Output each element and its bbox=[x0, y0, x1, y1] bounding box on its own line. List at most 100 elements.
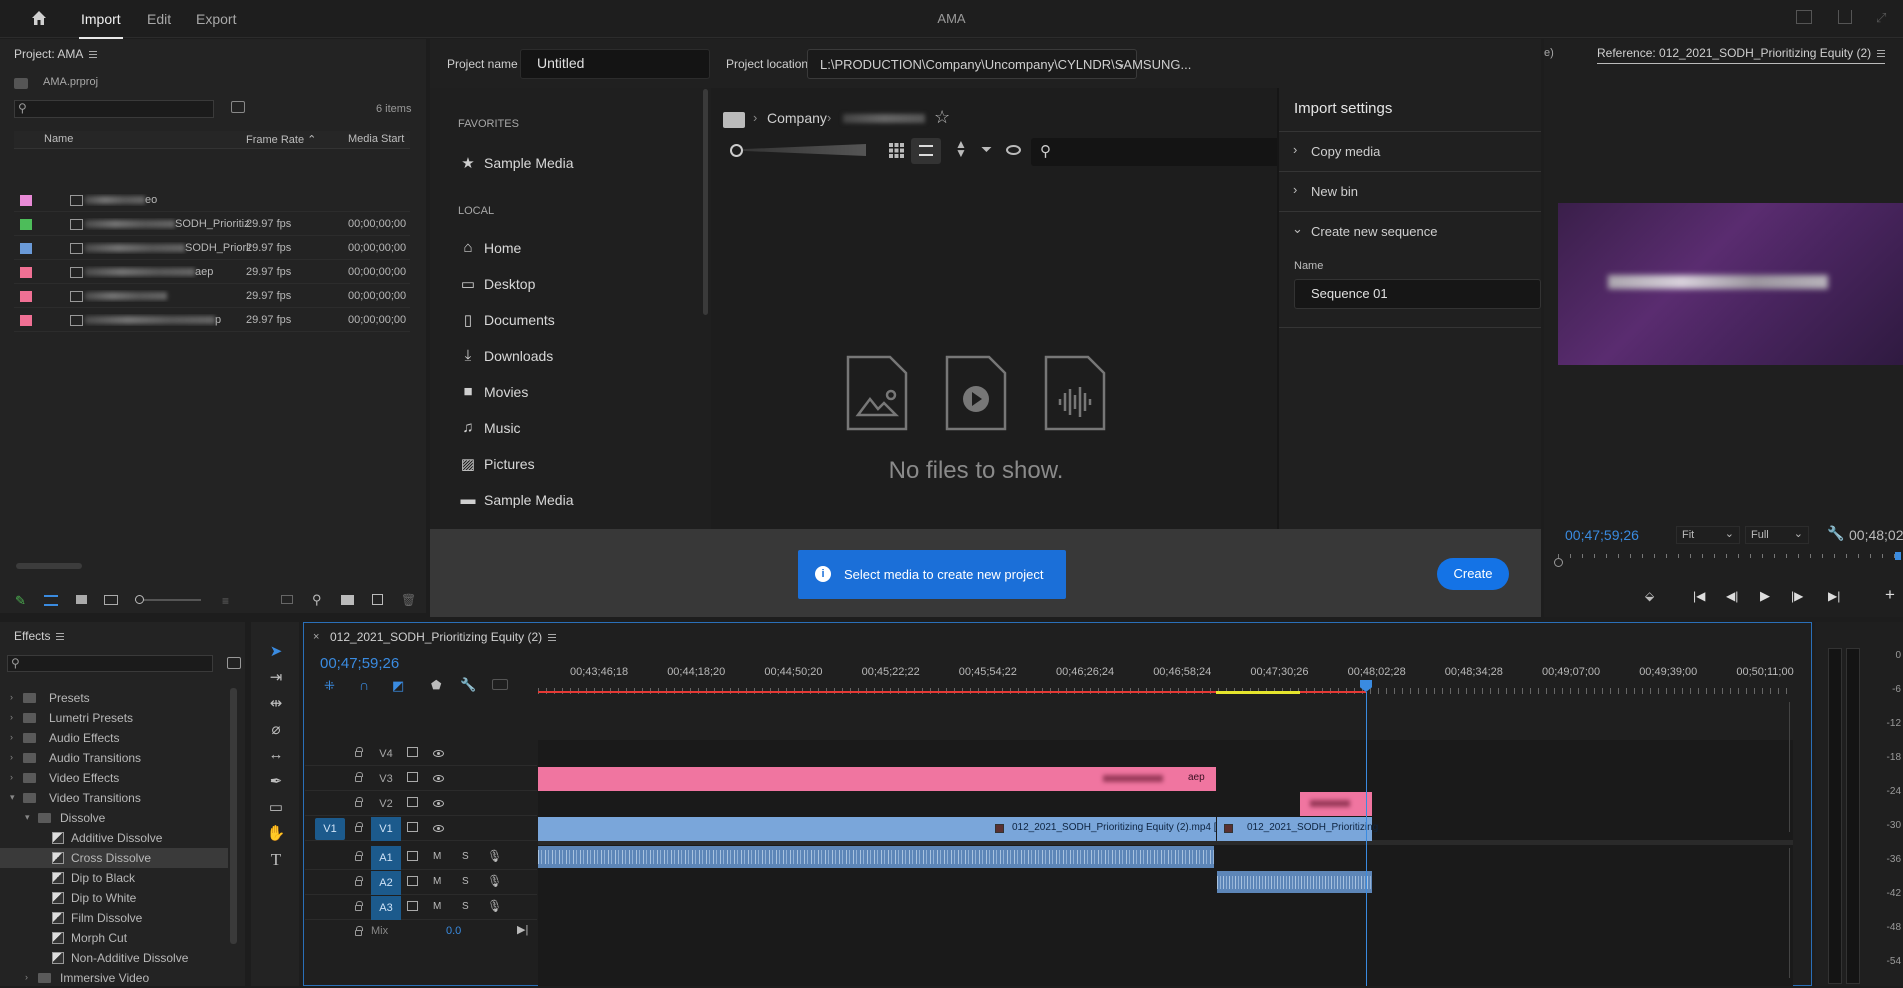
list-view-icon[interactable] bbox=[911, 138, 941, 164]
sort-icon[interactable]: ≡ bbox=[222, 594, 229, 608]
source-patch-v1[interactable]: V1 bbox=[315, 818, 345, 840]
chevron-right-icon[interactable]: › bbox=[10, 692, 13, 702]
playhead-marker[interactable] bbox=[1895, 552, 1901, 560]
trash-icon[interactable]: 🗑 bbox=[401, 593, 416, 607]
panel-menu-icon[interactable] bbox=[89, 51, 98, 59]
nest-icon[interactable]: ⁜ bbox=[324, 678, 335, 694]
ripple-edit-tool-icon[interactable]: ⇹ bbox=[266, 694, 286, 714]
sidebar-scrollbar[interactable] bbox=[703, 89, 708, 315]
create-sequence-row[interactable]: ⌄ Create new sequence bbox=[1279, 212, 1541, 252]
effect-item[interactable]: ▾ Video Transitions bbox=[0, 788, 228, 808]
project-search-input[interactable]: ⚲ bbox=[14, 100, 214, 118]
lock-icon[interactable] bbox=[355, 772, 363, 782]
chevron-right-icon[interactable]: › bbox=[25, 972, 28, 982]
project-name-input[interactable]: Untitled bbox=[520, 49, 710, 79]
effect-item[interactable]: Additive Dissolve bbox=[0, 828, 228, 848]
horizontal-scrollbar[interactable] bbox=[16, 563, 82, 569]
clip-a1[interactable] bbox=[538, 846, 1214, 868]
folder-dropdown-icon[interactable] bbox=[723, 112, 745, 128]
rectangle-tool-icon[interactable]: ▭ bbox=[266, 798, 286, 818]
lock-icon[interactable] bbox=[355, 747, 363, 757]
sync-lock-icon[interactable] bbox=[407, 851, 418, 861]
effect-item[interactable]: › Lumetri Presets bbox=[0, 708, 228, 728]
mute-toggle[interactable]: M bbox=[433, 901, 441, 912]
label-color-swatch[interactable] bbox=[20, 267, 32, 278]
effect-item[interactable]: Dip to White bbox=[0, 888, 228, 908]
eye-icon[interactable] bbox=[433, 800, 444, 807]
lock-icon[interactable] bbox=[355, 901, 363, 911]
audio-track-header[interactable]: A3 M S 🎙 bbox=[305, 896, 537, 920]
project-item-row[interactable]: SODH_Prioritizin29.97 fps 00;00;00;00 bbox=[14, 236, 410, 260]
label-color-swatch[interactable] bbox=[20, 195, 32, 206]
label-color-swatch[interactable] bbox=[20, 315, 32, 326]
solo-toggle[interactable]: S bbox=[462, 901, 469, 912]
marker-icon[interactable]: ⬙ bbox=[1645, 589, 1654, 603]
eye-icon[interactable] bbox=[433, 825, 444, 832]
automate-icon[interactable] bbox=[281, 595, 293, 604]
label-color-swatch[interactable] bbox=[20, 219, 32, 230]
sync-lock-icon[interactable] bbox=[407, 747, 418, 757]
effects-search-input[interactable]: ⚲ bbox=[7, 655, 213, 672]
breadcrumb-blurred-folder[interactable] bbox=[843, 114, 925, 123]
slip-tool-icon[interactable]: ↔ bbox=[266, 746, 286, 766]
captions-icon[interactable] bbox=[492, 679, 508, 690]
fullscreen-icon[interactable]: ⤢ bbox=[1876, 10, 1890, 25]
playhead-timecode[interactable]: 00;47;59;26 bbox=[1565, 527, 1639, 543]
effect-item[interactable]: › Immersive Video bbox=[0, 968, 228, 988]
solo-toggle[interactable]: S bbox=[462, 851, 469, 862]
timeline-settings-icon[interactable]: 🔧 bbox=[460, 677, 476, 693]
microphone-icon[interactable]: 🎙 bbox=[487, 849, 502, 863]
razor-tool-icon[interactable]: ⌀ bbox=[266, 720, 286, 740]
pencil-icon[interactable]: ✎ bbox=[15, 593, 26, 609]
linked-selection-icon[interactable]: ◩ bbox=[392, 678, 404, 694]
reference-title[interactable]: Reference: 012_2021_SODH_Prioritizing Eq… bbox=[1597, 46, 1886, 64]
chevron-right-icon[interactable]: › bbox=[10, 712, 13, 722]
effects-scrollbar[interactable] bbox=[230, 688, 237, 944]
grid-view-icon[interactable] bbox=[889, 143, 904, 158]
thumbnail-size-handle[interactable] bbox=[730, 144, 743, 157]
lock-icon[interactable] bbox=[355, 797, 363, 807]
clip-a2[interactable] bbox=[1217, 871, 1372, 893]
panel-menu-icon[interactable] bbox=[548, 634, 557, 642]
panel-menu-icon[interactable] bbox=[56, 633, 65, 641]
breadcrumb[interactable]: Company bbox=[767, 110, 827, 126]
workspace-icon[interactable] bbox=[1796, 10, 1812, 24]
label-color-swatch[interactable] bbox=[20, 243, 32, 254]
effect-item[interactable]: › Video Effects bbox=[0, 768, 228, 788]
timeline-close-icon[interactable]: × bbox=[313, 631, 319, 643]
zoom-slider[interactable] bbox=[135, 595, 201, 604]
lock-icon[interactable] bbox=[355, 926, 363, 936]
sort-icon[interactable]: ▲ ▼ bbox=[955, 138, 967, 159]
sync-lock-icon[interactable] bbox=[407, 772, 418, 782]
track-target-a2[interactable]: A2 bbox=[371, 871, 401, 895]
play-icon[interactable]: ▶ bbox=[1760, 588, 1770, 604]
mute-toggle[interactable]: M bbox=[433, 876, 441, 887]
timeline-timecode[interactable]: 00;47;59;26 bbox=[320, 655, 399, 672]
item-name[interactable] bbox=[70, 290, 250, 302]
eye-icon[interactable] bbox=[433, 775, 444, 782]
track-target-v4[interactable]: V4 bbox=[371, 742, 401, 766]
list-view-icon[interactable] bbox=[44, 595, 58, 606]
microphone-icon[interactable]: 🎙 bbox=[487, 874, 502, 888]
effect-item[interactable]: Non-Additive Dissolve bbox=[0, 948, 228, 968]
chevron-down-icon[interactable]: ▾ bbox=[25, 812, 30, 823]
find-icon[interactable]: ⚲ bbox=[312, 592, 322, 608]
track-select-tool-icon[interactable]: ⇥ bbox=[266, 668, 286, 688]
project-location-select[interactable]: L:\PRODUCTION\Company\Uncompany\CYLNDR\S… bbox=[807, 49, 1191, 79]
wrench-icon[interactable]: 🔧 bbox=[1827, 525, 1844, 542]
sync-lock-icon[interactable] bbox=[407, 797, 418, 807]
add-marker-icon[interactable]: ⬟ bbox=[431, 678, 441, 692]
step-forward-icon[interactable]: |▶ bbox=[1791, 589, 1803, 603]
item-name[interactable]: SODH_Prioritizin bbox=[70, 242, 250, 254]
icon-view-icon[interactable] bbox=[76, 595, 87, 604]
go-to-end-icon[interactable]: ▶| bbox=[517, 923, 528, 936]
lock-icon[interactable] bbox=[355, 851, 363, 861]
microphone-icon[interactable]: 🎙 bbox=[487, 899, 502, 913]
eye-icon[interactable] bbox=[433, 750, 444, 757]
effect-item[interactable]: Cross Dissolve bbox=[0, 848, 228, 868]
project-item-row[interactable]: eo bbox=[14, 188, 410, 212]
zoom-select[interactable]: Fit ⌄ bbox=[1676, 526, 1740, 544]
effect-item[interactable]: › Audio Transitions bbox=[0, 748, 228, 768]
timeline-vscroll[interactable] bbox=[1789, 702, 1797, 832]
hand-tool-icon[interactable]: ✋ bbox=[266, 824, 286, 844]
